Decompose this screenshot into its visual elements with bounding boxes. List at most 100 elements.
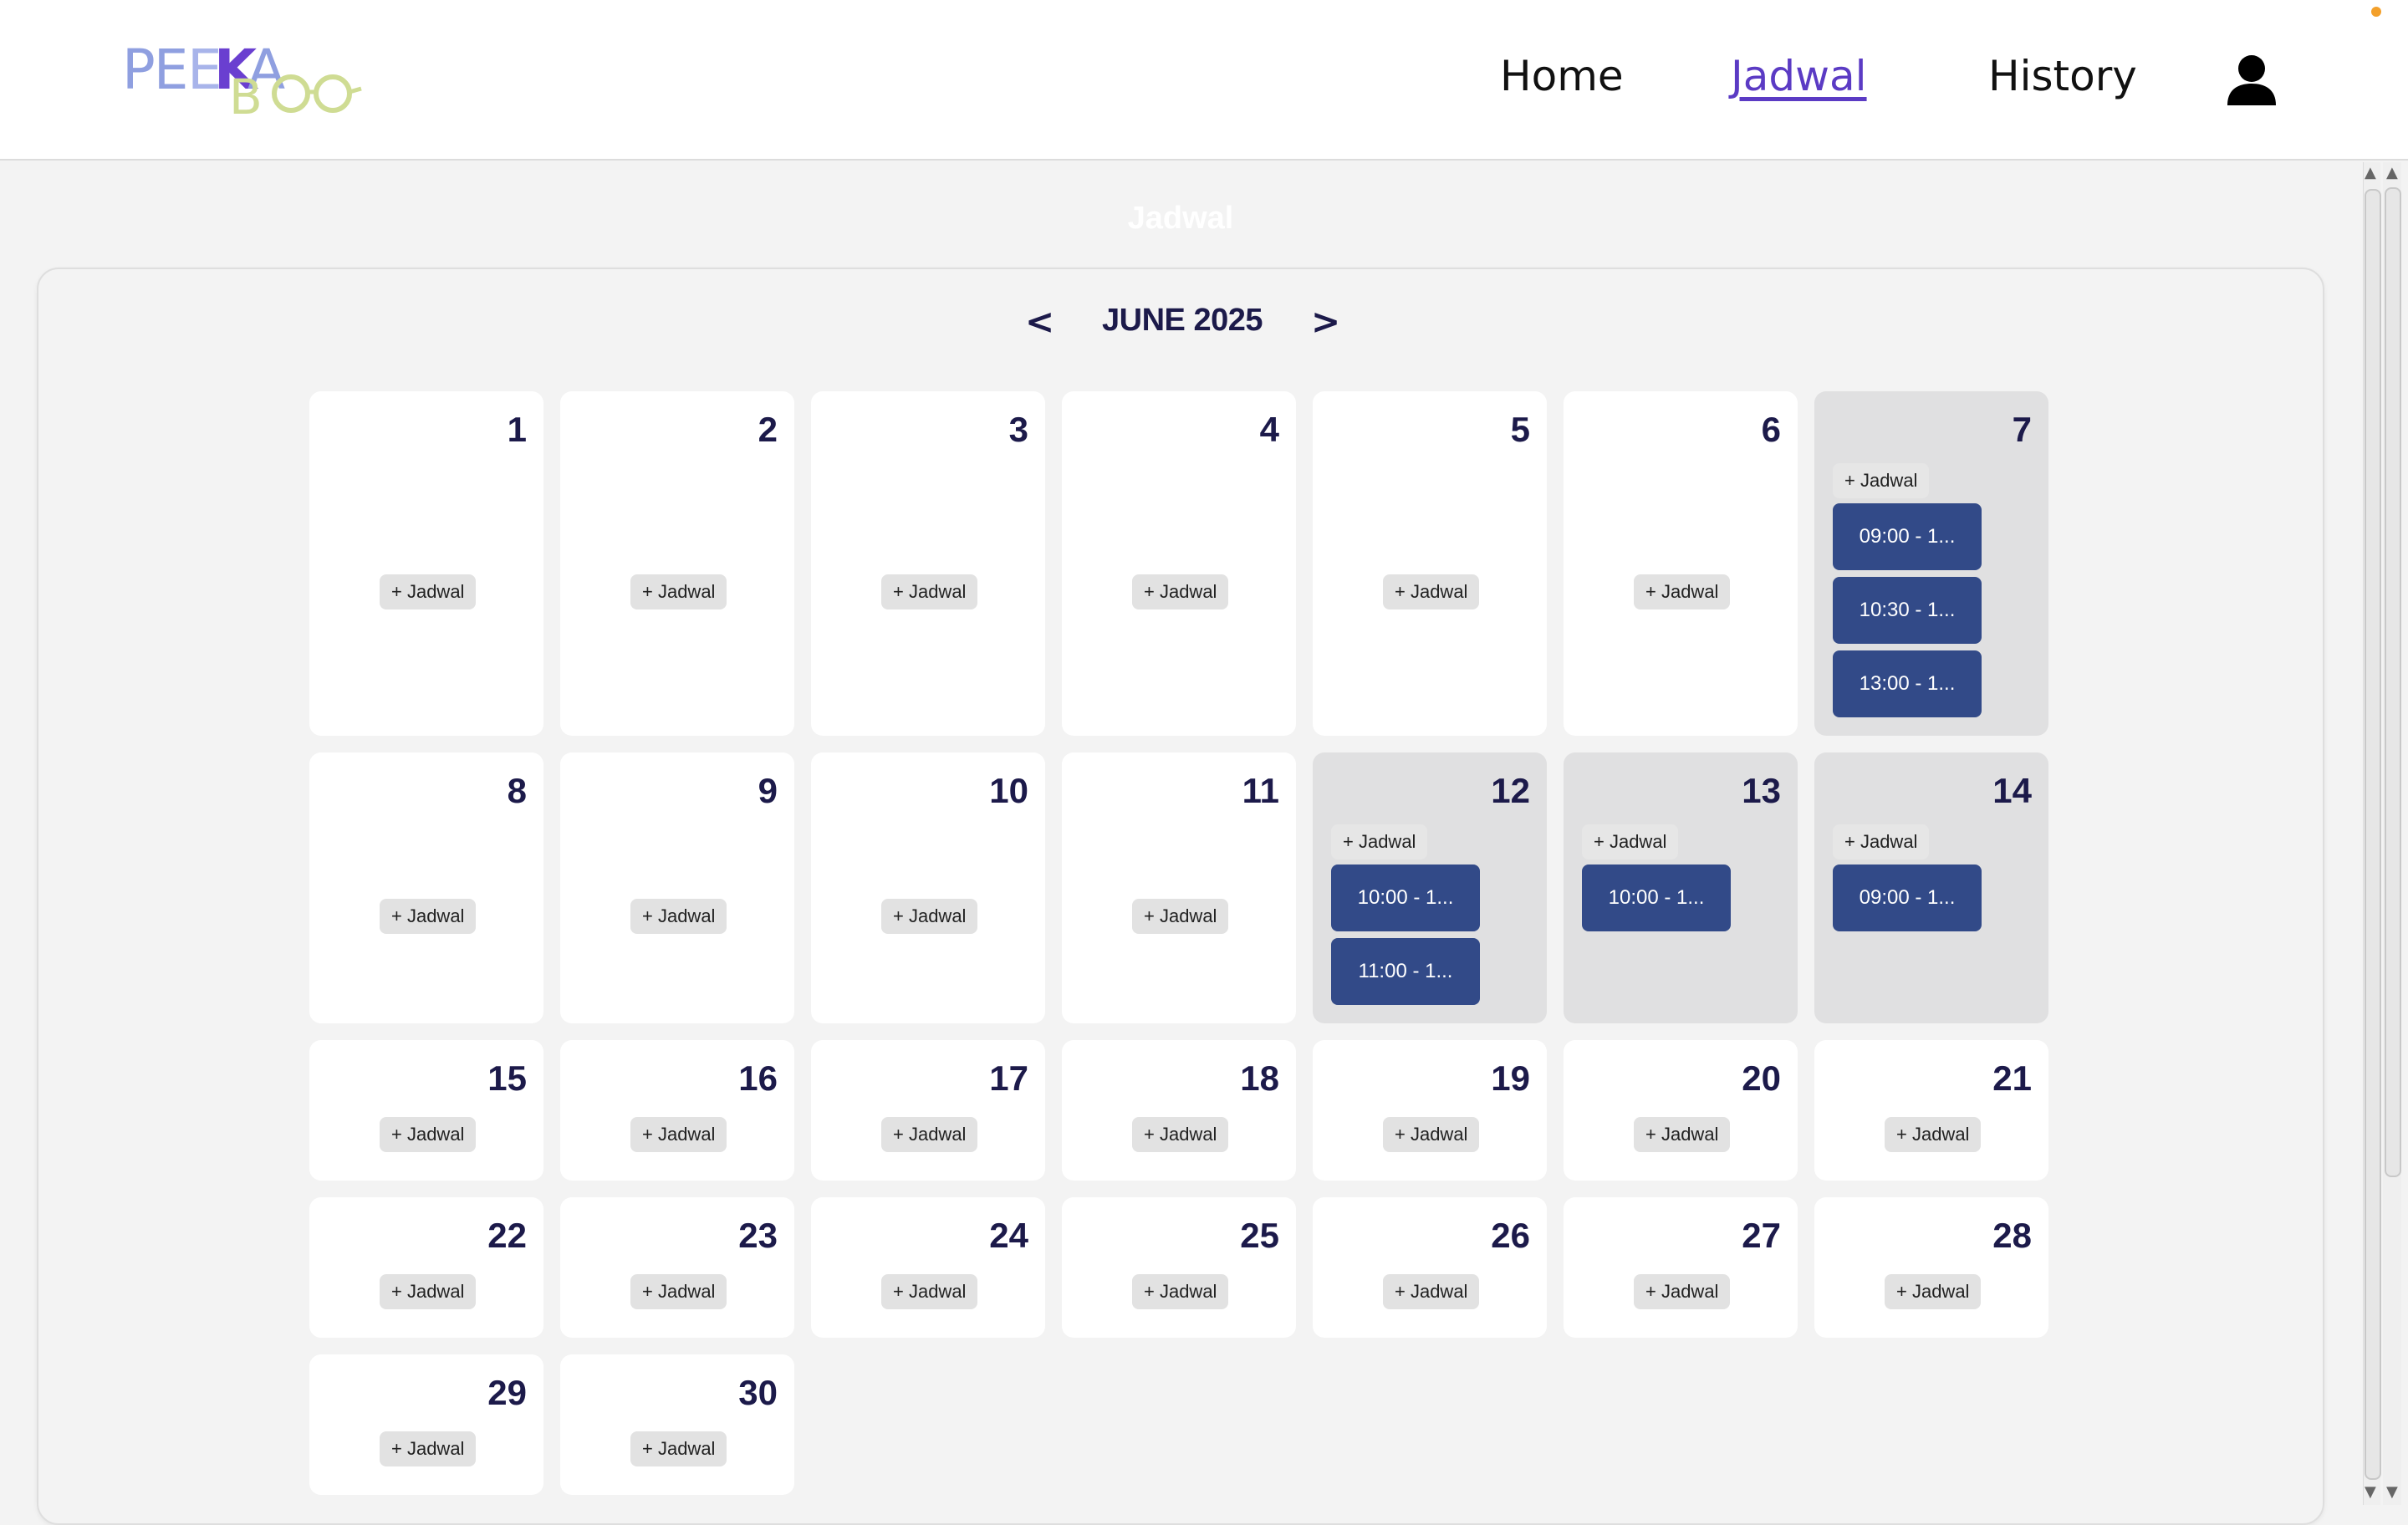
month-navigation: < JUNE 2025 > xyxy=(0,301,2361,351)
page-scrollbar[interactable]: ▲ ▼ ▲ ▼ xyxy=(2358,162,2405,1505)
day-cell-21[interactable]: 21 + Jadwal xyxy=(1814,1040,2048,1181)
day-cell-23[interactable]: 23 + Jadwal xyxy=(560,1197,794,1338)
add-jadwal-button[interactable]: + Jadwal xyxy=(1132,1274,1229,1309)
add-jadwal-button[interactable]: + Jadwal xyxy=(1833,824,1930,859)
day-number: 19 xyxy=(1491,1058,1530,1098)
event-list: 09:00 - 1... 10:30 - 1... 13:00 - 1... xyxy=(1833,503,1982,724)
add-jadwal-button[interactable]: + Jadwal xyxy=(881,899,978,934)
user-icon[interactable] xyxy=(2226,54,2278,107)
add-jadwal-button[interactable]: + Jadwal xyxy=(1132,574,1229,609)
add-jadwal-button[interactable]: + Jadwal xyxy=(881,1117,978,1152)
add-jadwal-button[interactable]: + Jadwal xyxy=(881,574,978,609)
day-cell-22[interactable]: 22 + Jadwal xyxy=(309,1197,543,1338)
event-block[interactable]: 10:00 - 1... xyxy=(1582,865,1731,931)
day-cell-30[interactable]: 30 + Jadwal xyxy=(560,1354,794,1495)
peekaboo-logo[interactable]: PE E K A B xyxy=(122,33,365,125)
day-number: 21 xyxy=(1992,1058,2032,1098)
add-jadwal-button[interactable]: + Jadwal xyxy=(1885,1274,1982,1309)
day-cell-16[interactable]: 16 + Jadwal xyxy=(560,1040,794,1181)
next-month-button[interactable]: > xyxy=(1311,301,1340,342)
day-cell-20[interactable]: 20 + Jadwal xyxy=(1564,1040,1798,1181)
add-jadwal-button[interactable]: + Jadwal xyxy=(630,574,727,609)
add-jadwal-button[interactable]: + Jadwal xyxy=(1833,463,1930,498)
scroll-down-arrow-icon[interactable]: ▼ xyxy=(2386,1483,2398,1501)
day-cell-28[interactable]: 28 + Jadwal xyxy=(1814,1197,2048,1338)
svg-text:PE: PE xyxy=(122,38,187,102)
event-block[interactable]: 13:00 - 1... xyxy=(1833,650,1982,717)
add-jadwal-button[interactable]: + Jadwal xyxy=(1132,1117,1229,1152)
day-number: 3 xyxy=(1008,410,1028,449)
day-cell-2[interactable]: 2 + Jadwal xyxy=(560,391,794,736)
add-jadwal-button[interactable]: + Jadwal xyxy=(630,899,727,934)
scrollbar-thumb-secondary[interactable] xyxy=(2385,187,2401,1177)
notification-dot xyxy=(2371,7,2381,17)
day-cell-11[interactable]: 11 + Jadwal xyxy=(1062,752,1296,1023)
add-jadwal-button[interactable]: + Jadwal xyxy=(380,1274,477,1309)
event-block[interactable]: 09:00 - 1... xyxy=(1833,503,1982,570)
add-jadwal-button[interactable]: + Jadwal xyxy=(1132,899,1229,934)
day-cell-17[interactable]: 17 + Jadwal xyxy=(811,1040,1045,1181)
day-number: 14 xyxy=(1992,771,2032,810)
add-jadwal-button[interactable]: + Jadwal xyxy=(1634,1117,1731,1152)
add-jadwal-button[interactable]: + Jadwal xyxy=(630,1431,727,1466)
add-jadwal-button[interactable]: + Jadwal xyxy=(1331,824,1428,859)
day-number: 9 xyxy=(758,771,778,810)
add-jadwal-button[interactable]: + Jadwal xyxy=(1383,1117,1480,1152)
nav-jadwal[interactable]: Jadwal xyxy=(1731,52,1867,100)
day-number: 6 xyxy=(1761,410,1781,449)
event-block[interactable]: 10:30 - 1... xyxy=(1833,577,1982,644)
nav-history[interactable]: History xyxy=(1988,52,2137,100)
day-number: 1 xyxy=(507,410,527,449)
add-jadwal-button[interactable]: + Jadwal xyxy=(380,1431,477,1466)
add-jadwal-button[interactable]: + Jadwal xyxy=(1634,1274,1731,1309)
day-cell-26[interactable]: 26 + Jadwal xyxy=(1313,1197,1547,1338)
scrollbar-thumb[interactable] xyxy=(2365,189,2381,1480)
scroll-up-arrow-icon[interactable]: ▲ xyxy=(2386,164,2398,181)
day-number: 2 xyxy=(758,410,778,449)
add-jadwal-button[interactable]: + Jadwal xyxy=(1634,574,1731,609)
add-jadwal-button[interactable]: + Jadwal xyxy=(1383,574,1480,609)
day-number: 29 xyxy=(487,1373,527,1412)
day-cell-29[interactable]: 29 + Jadwal xyxy=(309,1354,543,1495)
day-cell-9[interactable]: 9 + Jadwal xyxy=(560,752,794,1023)
day-cell-19[interactable]: 19 + Jadwal xyxy=(1313,1040,1547,1181)
scroll-up-arrow-icon[interactable]: ▲ xyxy=(2365,164,2376,181)
add-jadwal-button[interactable]: + Jadwal xyxy=(380,574,477,609)
add-jadwal-button[interactable]: + Jadwal xyxy=(1582,824,1679,859)
day-cell-25[interactable]: 25 + Jadwal xyxy=(1062,1197,1296,1338)
add-jadwal-button[interactable]: + Jadwal xyxy=(380,1117,477,1152)
page-title: Jadwal xyxy=(1127,201,1234,236)
day-cell-15[interactable]: 15 + Jadwal xyxy=(309,1040,543,1181)
add-jadwal-button[interactable]: + Jadwal xyxy=(881,1274,978,1309)
day-cell-27[interactable]: 27 + Jadwal xyxy=(1564,1197,1798,1338)
day-cell-7[interactable]: 7 + Jadwal 09:00 - 1... 10:30 - 1... 13:00 -… xyxy=(1814,391,2048,736)
day-cell-14[interactable]: 14 + Jadwal 09:00 - 1... xyxy=(1814,752,2048,1023)
event-block[interactable]: 11:00 - 1... xyxy=(1331,938,1480,1005)
day-number: 10 xyxy=(989,771,1028,810)
event-block[interactable]: 09:00 - 1... xyxy=(1833,865,1982,931)
day-cell-4[interactable]: 4 + Jadwal xyxy=(1062,391,1296,736)
day-cell-5[interactable]: 5 + Jadwal xyxy=(1313,391,1547,736)
day-cell-13[interactable]: 13 + Jadwal 10:00 - 1... xyxy=(1564,752,1798,1023)
event-block[interactable]: 10:00 - 1... xyxy=(1331,865,1480,931)
add-jadwal-button[interactable]: + Jadwal xyxy=(630,1274,727,1309)
svg-text:B: B xyxy=(229,69,263,125)
nav-home[interactable]: Home xyxy=(1500,52,1624,100)
day-cell-8[interactable]: 8 + Jadwal xyxy=(309,752,543,1023)
day-cell-18[interactable]: 18 + Jadwal xyxy=(1062,1040,1296,1181)
day-number: 7 xyxy=(2012,410,2032,449)
add-jadwal-button[interactable]: + Jadwal xyxy=(380,899,477,934)
top-nav-bar: PE E K A B Home Jadwal History xyxy=(0,0,2408,161)
day-cell-24[interactable]: 24 + Jadwal xyxy=(811,1197,1045,1338)
add-jadwal-button[interactable]: + Jadwal xyxy=(1383,1274,1480,1309)
day-cell-10[interactable]: 10 + Jadwal xyxy=(811,752,1045,1023)
day-cell-1[interactable]: 1 + Jadwal xyxy=(309,391,543,736)
add-jadwal-button[interactable]: + Jadwal xyxy=(630,1117,727,1152)
scroll-down-arrow-icon[interactable]: ▼ xyxy=(2365,1483,2376,1501)
add-jadwal-button[interactable]: + Jadwal xyxy=(1885,1117,1982,1152)
day-cell-12[interactable]: 12 + Jadwal 10:00 - 1... 11:00 - 1... xyxy=(1313,752,1547,1023)
prev-month-button[interactable]: < xyxy=(1025,301,1054,342)
day-cell-6[interactable]: 6 + Jadwal xyxy=(1564,391,1798,736)
day-number: 28 xyxy=(1992,1216,2032,1255)
day-cell-3[interactable]: 3 + Jadwal xyxy=(811,391,1045,736)
